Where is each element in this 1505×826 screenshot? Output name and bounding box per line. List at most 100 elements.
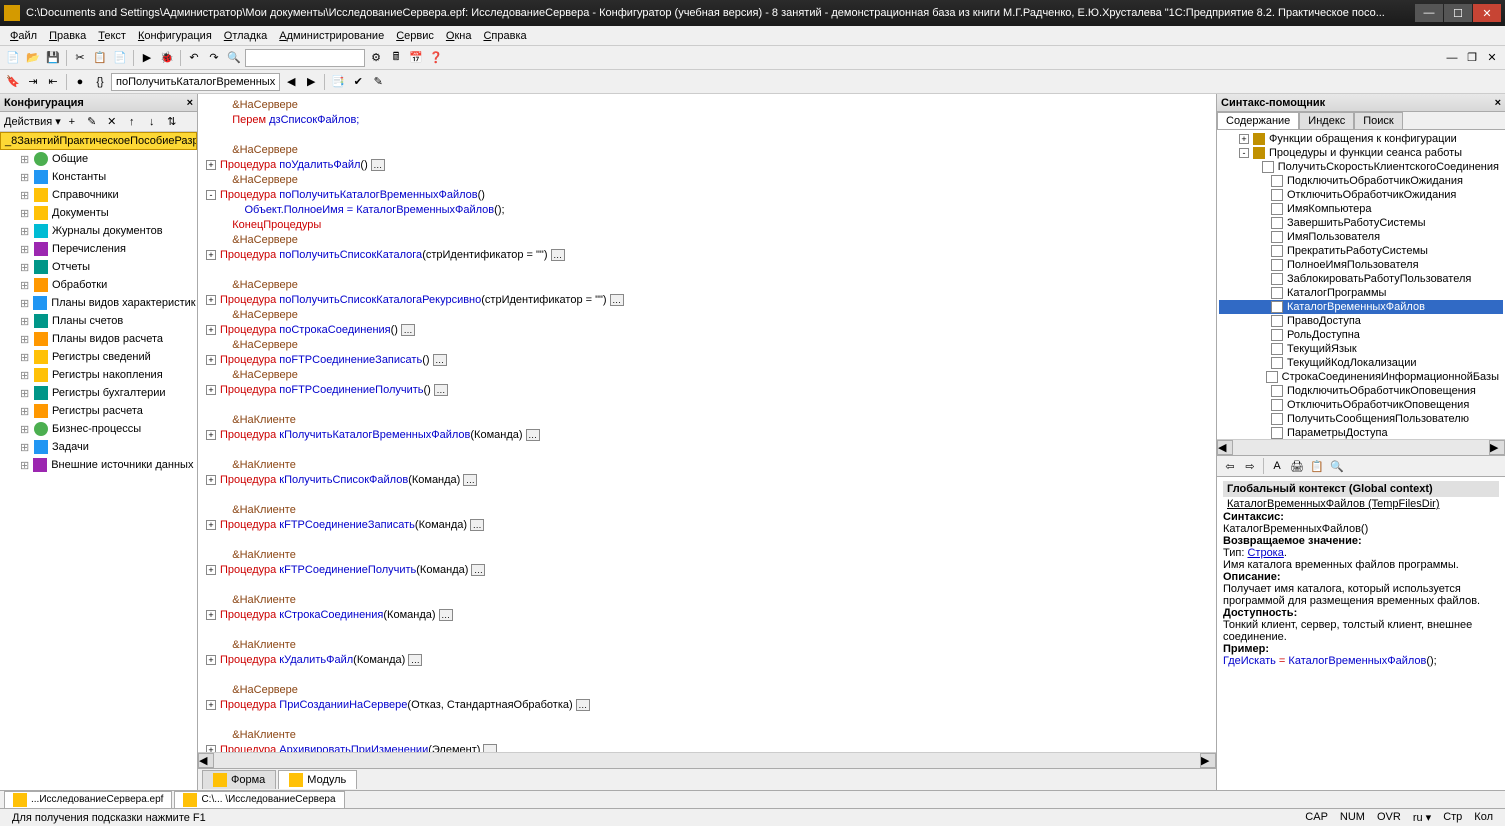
syntax-item[interactable]: ТекущийЯзык	[1219, 342, 1503, 356]
config-down-icon[interactable]: ↓	[143, 113, 161, 131]
minimize-button[interactable]: —	[1415, 4, 1443, 22]
undo-icon[interactable]: ↶	[185, 49, 203, 67]
syntax-item[interactable]: ПолучитьСообщенияПользователю	[1219, 412, 1503, 426]
menu-текст[interactable]: Текст	[92, 28, 132, 44]
mdi-minimize-icon[interactable]: —	[1443, 49, 1461, 67]
syntax-item[interactable]: КаталогПрограммы	[1219, 286, 1503, 300]
config-root[interactable]: _8ЗанятийПрактическоеПособиеРазработч	[0, 132, 197, 150]
fold-button[interactable]: +	[206, 700, 216, 710]
menu-администрирование[interactable]: Администрирование	[273, 28, 390, 44]
tree-item[interactable]: ⊞Регистры расчета	[0, 402, 197, 420]
syntax-item[interactable]: ОтключитьОбработчикОповещения	[1219, 398, 1503, 412]
cut-icon[interactable]: ✂	[71, 49, 89, 67]
menu-конфигурация[interactable]: Конфигурация	[132, 28, 218, 44]
redo-icon[interactable]: ↷	[205, 49, 223, 67]
syntax-item[interactable]: -Процедуры и функции сеанса работы	[1219, 146, 1503, 160]
expand-button[interactable]: …	[526, 429, 540, 441]
expand-button[interactable]: …	[433, 354, 447, 366]
expand-button[interactable]: …	[439, 609, 453, 621]
syntax-item[interactable]: ПрекратитьРаботуСистемы	[1219, 244, 1503, 258]
syntax-item[interactable]: ПодключитьОбработчикОжидания	[1219, 174, 1503, 188]
config-icon[interactable]: ⚙	[367, 49, 385, 67]
config-sort-icon[interactable]: ⇅	[163, 113, 181, 131]
proc-icon[interactable]: {}	[91, 73, 109, 91]
status-lang[interactable]: ru ▾	[1407, 811, 1437, 824]
tree-item[interactable]: ⊞Перечисления	[0, 240, 197, 258]
debug-icon[interactable]: 🐞	[158, 49, 176, 67]
fold-button[interactable]: +	[206, 160, 216, 170]
expand-button[interactable]: …	[371, 159, 385, 171]
help-copy-icon[interactable]: 📋	[1308, 457, 1326, 475]
help-icon[interactable]: ❓	[427, 49, 445, 67]
editor-hscroll[interactable]: ◀ ▶	[198, 752, 1216, 768]
menu-файл[interactable]: Файл	[4, 28, 43, 44]
tree-item[interactable]: ⊞Обработки	[0, 276, 197, 294]
help-print-icon[interactable]: 🖨	[1288, 457, 1306, 475]
help-return-type-link[interactable]: Строка	[1247, 547, 1283, 559]
tree-item[interactable]: ⊞Справочники	[0, 186, 197, 204]
config-actions-menu[interactable]: Действия ▾	[4, 115, 61, 128]
expand-button[interactable]: …	[470, 519, 484, 531]
help-fwd-icon[interactable]: ⇨	[1241, 457, 1259, 475]
save-icon[interactable]: 💾	[44, 49, 62, 67]
search-icon[interactable]: 🔍	[225, 49, 243, 67]
code-editor[interactable]: &НаСервере Перем дзСписокФайлов; &НаСерв…	[198, 94, 1216, 752]
mdi-close-icon[interactable]: ✕	[1483, 49, 1501, 67]
config-up-icon[interactable]: ↑	[123, 113, 141, 131]
tree-item[interactable]: ⊞Внешние источники данных	[0, 456, 197, 474]
help-find-icon[interactable]: 🔍	[1328, 457, 1346, 475]
syntax-item[interactable]: СтрокаСоединенияИнформационнойБазы	[1219, 370, 1503, 384]
syntax-panel-close-icon[interactable]: ×	[1495, 97, 1501, 109]
fold-button[interactable]: +	[206, 295, 216, 305]
menu-справка[interactable]: Справка	[477, 28, 532, 44]
check-icon[interactable]: ✔	[349, 73, 367, 91]
breakpoint-icon[interactable]: ●	[71, 73, 89, 91]
search-combo[interactable]	[245, 49, 365, 67]
expand-button[interactable]: …	[471, 564, 485, 576]
fold-button[interactable]: -	[206, 190, 216, 200]
tree-item[interactable]: ⊞Регистры сведений	[0, 348, 197, 366]
tree-item[interactable]: ⊞Журналы документов	[0, 222, 197, 240]
menu-отладка[interactable]: Отладка	[218, 28, 274, 44]
tree-item[interactable]: ⊞Отчеты	[0, 258, 197, 276]
syntax-item[interactable]: ПолучитьСкоростьКлиентскогоСоединения	[1219, 160, 1503, 174]
nav-back-icon[interactable]: ◀	[282, 73, 300, 91]
tree-item[interactable]: ⊞Регистры накопления	[0, 366, 197, 384]
indent-icon[interactable]: ⇥	[24, 73, 42, 91]
fold-button[interactable]: +	[206, 655, 216, 665]
calc-icon[interactable]: 🖩	[387, 49, 405, 67]
tree-item[interactable]: ⊞Планы видов расчета	[0, 330, 197, 348]
expand-button[interactable]: …	[463, 474, 477, 486]
config-delete-icon[interactable]: ✕	[103, 113, 121, 131]
tree-item[interactable]: ⊞Документы	[0, 204, 197, 222]
tree-item[interactable]: ⊞Бизнес-процессы	[0, 420, 197, 438]
fold-button[interactable]: +	[206, 325, 216, 335]
editor-tab-Форма[interactable]: Форма	[202, 770, 276, 789]
new-icon[interactable]: 📄	[4, 49, 22, 67]
fold-button[interactable]: +	[206, 610, 216, 620]
close-button[interactable]: ✕	[1473, 4, 1501, 22]
fold-button[interactable]: +	[206, 355, 216, 365]
fold-button[interactable]: +	[206, 745, 216, 752]
config-edit-icon[interactable]: ✎	[83, 113, 101, 131]
tree-item[interactable]: ⊞Задачи	[0, 438, 197, 456]
expand-button[interactable]: …	[401, 324, 415, 336]
help-back-icon[interactable]: ⇦	[1221, 457, 1239, 475]
mdi-restore-icon[interactable]: ❐	[1463, 49, 1481, 67]
syntax-item[interactable]: ПодключитьОбработчикОповещения	[1219, 384, 1503, 398]
menu-сервис[interactable]: Сервис	[390, 28, 440, 44]
tree-item[interactable]: ⊞Регистры бухгалтерии	[0, 384, 197, 402]
maximize-button[interactable]: ☐	[1444, 4, 1472, 22]
nav-fwd-icon[interactable]: ▶	[302, 73, 320, 91]
syntax-tree[interactable]: +Функции обращения к конфигурации-Процед…	[1217, 130, 1505, 439]
tree-item[interactable]: ⊞Общие	[0, 150, 197, 168]
fold-button[interactable]: +	[206, 430, 216, 440]
syntax-item[interactable]: РольДоступна	[1219, 328, 1503, 342]
bookmark-icon[interactable]: 🔖	[4, 73, 22, 91]
syntax-item[interactable]: ПолноеИмяПользователя	[1219, 258, 1503, 272]
editor-tab-Модуль[interactable]: Модуль	[278, 770, 357, 789]
menu-правка[interactable]: Правка	[43, 28, 92, 44]
syntax-item[interactable]: ЗаблокироватьРаботуПользователя	[1219, 272, 1503, 286]
fold-button[interactable]: +	[206, 520, 216, 530]
config-panel-close-icon[interactable]: ×	[187, 97, 193, 109]
